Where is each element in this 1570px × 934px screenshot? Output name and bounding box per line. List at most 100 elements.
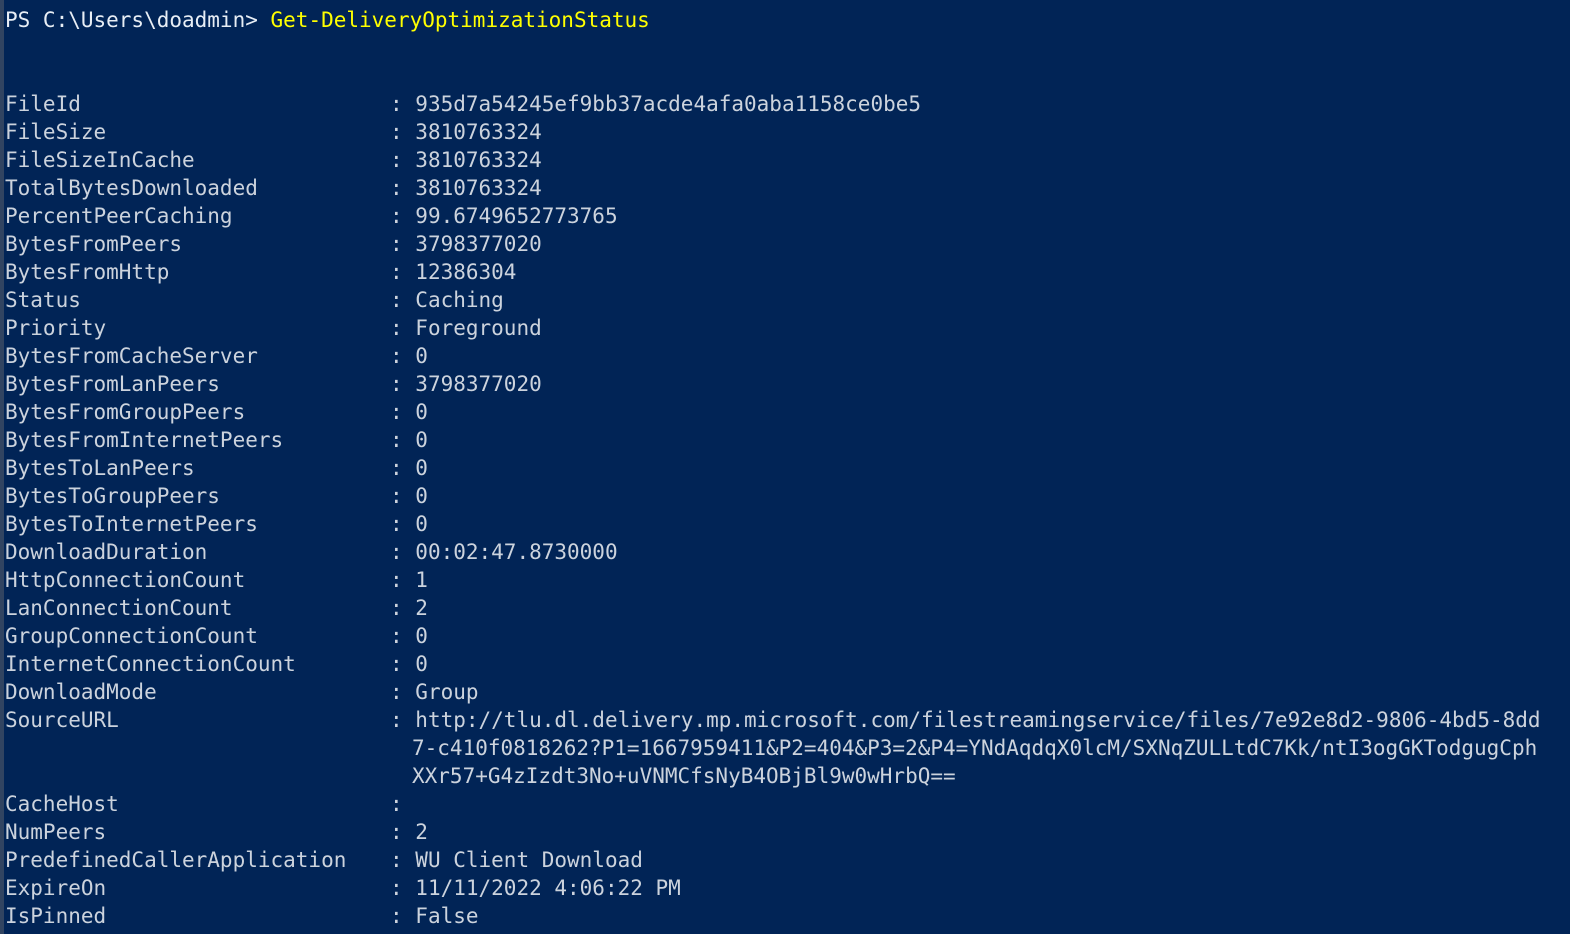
output-row: FileSize: 3810763324 [0, 118, 1570, 146]
output-row: BytesFromCacheServer: 0 [0, 342, 1570, 370]
property-name: Priority [5, 316, 107, 340]
property-name: BytesFromGroupPeers [5, 400, 246, 424]
property-name: BytesFromHttp [5, 260, 170, 284]
property-name: CacheHost [5, 792, 119, 816]
property-name: FileId [5, 92, 81, 116]
output-row: BytesFromPeers: 3798377020 [0, 230, 1570, 258]
property-name: DownloadMode [5, 680, 157, 704]
property-separator: : [390, 792, 416, 816]
output-row: SourceURL: http://tlu.dl.delivery.mp.mic… [0, 706, 1570, 734]
property-value: 0 [415, 624, 428, 648]
output-row: HttpConnectionCount: 1 [0, 566, 1570, 594]
property-value: 0 [415, 512, 428, 536]
property-separator: : [390, 680, 416, 704]
property-value: 0 [415, 484, 428, 508]
property-name: BytesToLanPeers [5, 456, 195, 480]
property-separator: : [390, 652, 416, 676]
property-name: IsPinned [5, 904, 107, 928]
output-row: Status: Caching [0, 286, 1570, 314]
property-separator: : [390, 400, 416, 424]
property-separator: : [390, 904, 416, 928]
property-name: BytesFromInternetPeers [5, 428, 284, 452]
property-value: 11/11/2022 4:06:22 PM [415, 876, 681, 900]
output-property-list: FileId: 935d7a54245ef9bb37acde4afa0aba11… [0, 90, 1570, 930]
property-value: 99.6749652773765 [415, 204, 618, 228]
property-name: GroupConnectionCount [5, 624, 258, 648]
property-value: 3798377020 [415, 232, 542, 256]
output-row: PercentPeerCaching: 99.6749652773765 [0, 202, 1570, 230]
property-separator: : [390, 820, 416, 844]
output-row: TotalBytesDownloaded: 3810763324 [0, 174, 1570, 202]
property-separator: : [390, 596, 416, 620]
powershell-console[interactable]: PS C:\Users\doadmin> Get-DeliveryOptimiz… [0, 0, 1570, 934]
property-name: SourceURL [5, 708, 119, 732]
property-name: BytesToGroupPeers [5, 484, 220, 508]
output-row: ExpireOn: 11/11/2022 4:06:22 PM [0, 874, 1570, 902]
output-row-continuation: XXr57+G4zIzdt3No+uVNMCfsNyB4OBjBl9w0wHrb… [0, 762, 1570, 790]
typed-command[interactable]: Get-DeliveryOptimizationStatus [271, 8, 650, 32]
property-value: 1 [415, 568, 428, 592]
property-name: FileSize [5, 120, 107, 144]
property-name: TotalBytesDownloaded [5, 176, 258, 200]
property-name: LanConnectionCount [5, 596, 233, 620]
property-value: 2 [415, 596, 428, 620]
property-name: InternetConnectionCount [5, 652, 296, 676]
property-value: 00:02:47.8730000 [415, 540, 618, 564]
output-row: DownloadMode: Group [0, 678, 1570, 706]
property-value: 12386304 [415, 260, 517, 284]
property-separator: : [390, 260, 416, 284]
property-name: ExpireOn [5, 876, 107, 900]
property-value: 0 [415, 344, 428, 368]
property-value-continued: 7-c410f0818262?P1=1667959411&P2=404&P3=2… [412, 736, 1538, 760]
property-separator: : [390, 624, 416, 648]
property-separator: : [390, 484, 416, 508]
property-name: PercentPeerCaching [5, 204, 233, 228]
prompt-string: PS C:\Users\doadmin> [5, 8, 271, 32]
output-row: IsPinned: False [0, 902, 1570, 930]
property-value: 0 [415, 456, 428, 480]
property-separator: : [390, 344, 416, 368]
output-row: BytesToGroupPeers: 0 [0, 482, 1570, 510]
output-row: BytesFromInternetPeers: 0 [0, 426, 1570, 454]
output-row: BytesFromGroupPeers: 0 [0, 398, 1570, 426]
output-row-continuation: 7-c410f0818262?P1=1667959411&P2=404&P3=2… [0, 734, 1570, 762]
property-separator: : [390, 512, 416, 536]
property-separator: : [390, 176, 416, 200]
property-separator: : [390, 428, 416, 452]
property-value: 0 [415, 400, 428, 424]
property-separator: : [390, 372, 416, 396]
property-value: 935d7a54245ef9bb37acde4afa0aba1158ce0be5 [415, 92, 922, 116]
output-row: DownloadDuration: 00:02:47.8730000 [0, 538, 1570, 566]
property-separator: : [390, 92, 416, 116]
output-row: InternetConnectionCount: 0 [0, 650, 1570, 678]
output-row: BytesToLanPeers: 0 [0, 454, 1570, 482]
property-separator: : [390, 456, 416, 480]
output-row: FileSizeInCache: 3810763324 [0, 146, 1570, 174]
output-row: LanConnectionCount: 2 [0, 594, 1570, 622]
property-value: 3798377020 [415, 372, 542, 396]
property-value: 3810763324 [415, 120, 542, 144]
property-separator: : [390, 568, 416, 592]
output-row: Priority: Foreground [0, 314, 1570, 342]
property-value: 2 [415, 820, 428, 844]
property-separator: : [390, 540, 416, 564]
output-row: BytesFromLanPeers: 3798377020 [0, 370, 1570, 398]
property-name: HttpConnectionCount [5, 568, 246, 592]
property-name: BytesFromPeers [5, 232, 183, 256]
property-separator: : [390, 288, 416, 312]
property-value: Caching [415, 288, 504, 312]
property-separator: : [390, 316, 416, 340]
property-name: BytesFromLanPeers [5, 372, 220, 396]
property-separator: : [390, 848, 416, 872]
output-row: NumPeers: 2 [0, 818, 1570, 846]
property-value: 0 [415, 428, 428, 452]
property-name: Status [5, 288, 81, 312]
property-separator: : [390, 148, 416, 172]
property-separator: : [390, 232, 416, 256]
property-value: 0 [415, 652, 428, 676]
property-separator: : [390, 876, 416, 900]
property-separator: : [390, 204, 416, 228]
property-value: False [415, 904, 479, 928]
